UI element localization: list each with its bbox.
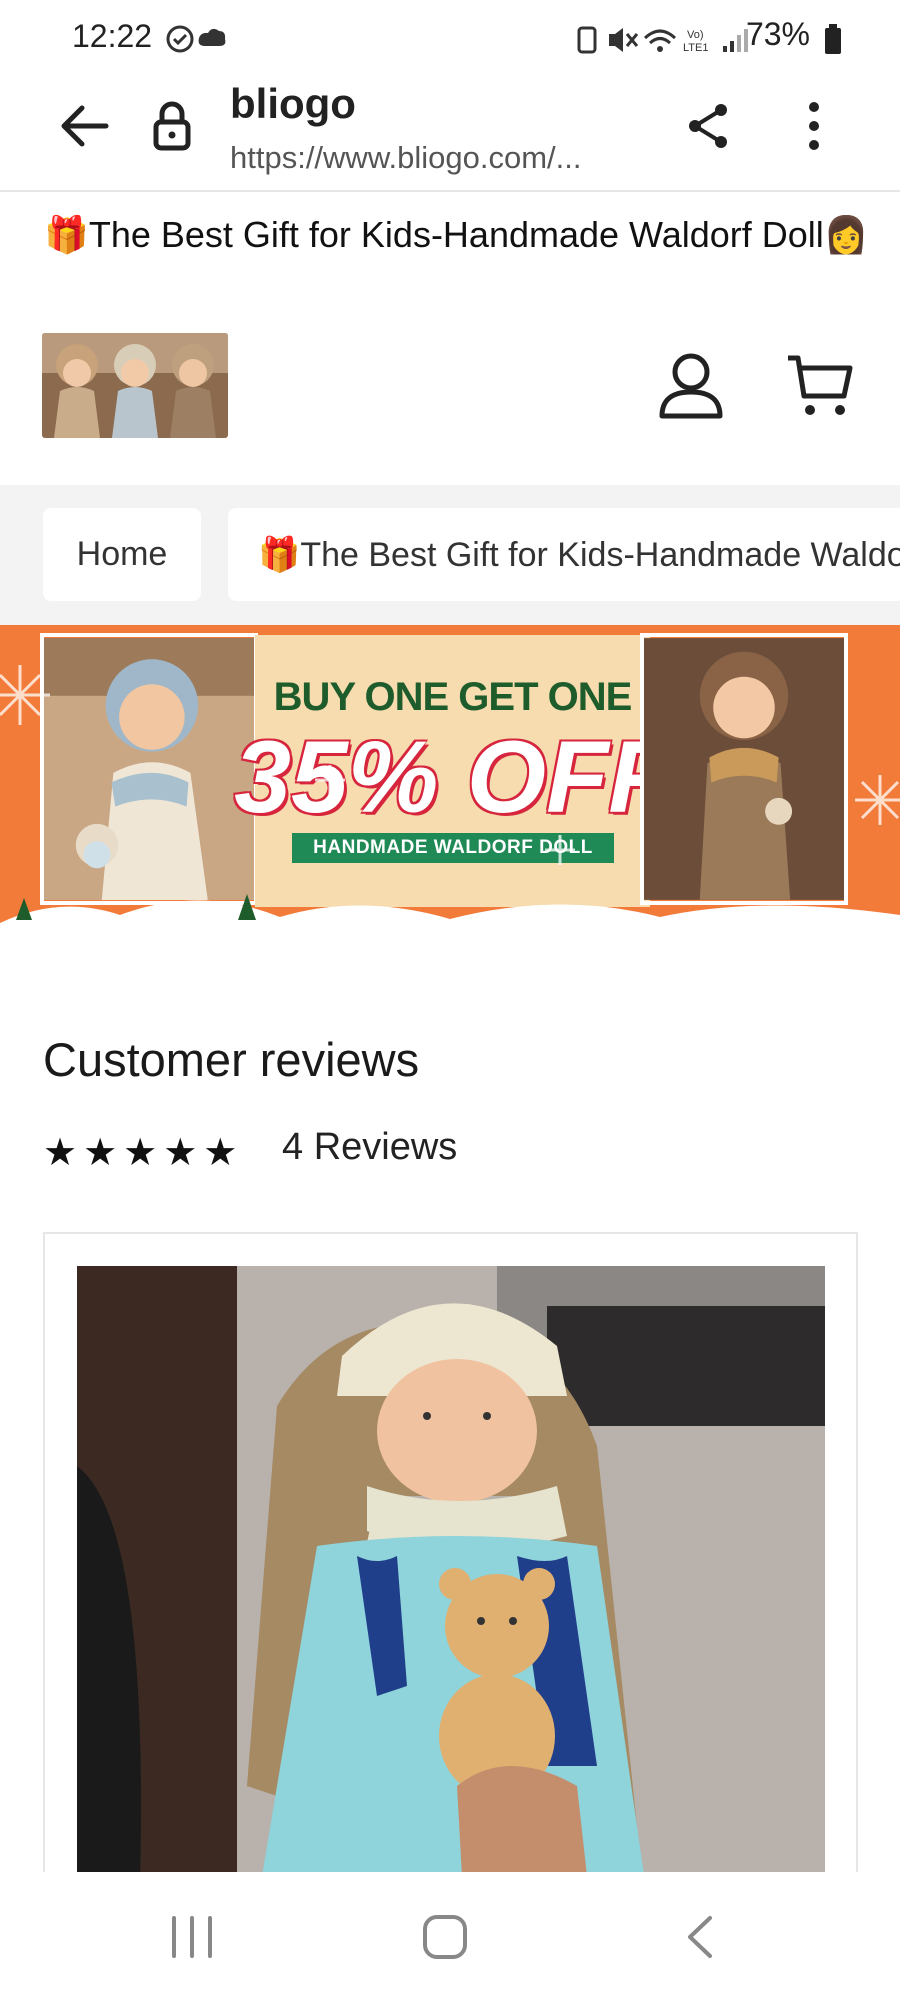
user-icon[interactable] [658, 352, 724, 420]
arrow-left-icon[interactable] [60, 104, 110, 148]
review-doll-image [77, 1266, 825, 1950]
share-icon[interactable] [685, 102, 731, 150]
status-time: 12:22 [72, 18, 153, 54]
breadcrumb-current[interactable]: 🎁The Best Gift for Kids-Handmade Waldorf… [228, 508, 900, 601]
promo-banner[interactable]: BUY ONE GET ONE 35% OFF HANDMADE WALDORF… [0, 625, 900, 923]
recent-apps-icon[interactable] [170, 1916, 214, 1958]
rating-stars: ★★★★★ [43, 1132, 244, 1174]
home-icon[interactable] [422, 1914, 468, 1960]
system-navigation-bar [0, 1872, 900, 2000]
breadcrumb-home[interactable]: Home [43, 508, 201, 601]
snowflake-decor-icon [0, 665, 900, 923]
store-logo[interactable] [42, 333, 228, 438]
svg-text:LTE1: LTE1 [683, 42, 708, 54]
review-photo[interactable] [77, 1266, 825, 1950]
lock-icon[interactable] [152, 100, 192, 152]
announcement-bar[interactable]: 🎁The Best Gift for Kids-Handmade Waldorf… [44, 214, 864, 256]
site-title[interactable]: bliogo [230, 80, 356, 128]
review-card[interactable] [43, 1232, 858, 1952]
reviews-heading: Customer reviews [43, 1033, 420, 1086]
logo-image [42, 333, 228, 438]
status-notification-icons [166, 25, 226, 53]
battery-icon [825, 24, 841, 54]
url-text[interactable]: https://www.bliogo.com/... [230, 140, 581, 176]
more-vertical-icon[interactable] [804, 100, 824, 152]
battery-level: 73% [745, 16, 810, 52]
back-icon[interactable] [682, 1914, 716, 1960]
review-count[interactable]: 4 Reviews [282, 1126, 457, 1169]
svg-text:Vo): Vo) [687, 29, 704, 41]
status-bar: 12:22 Vo) LTE1 73% [0, 0, 900, 76]
cart-icon[interactable] [786, 352, 854, 420]
